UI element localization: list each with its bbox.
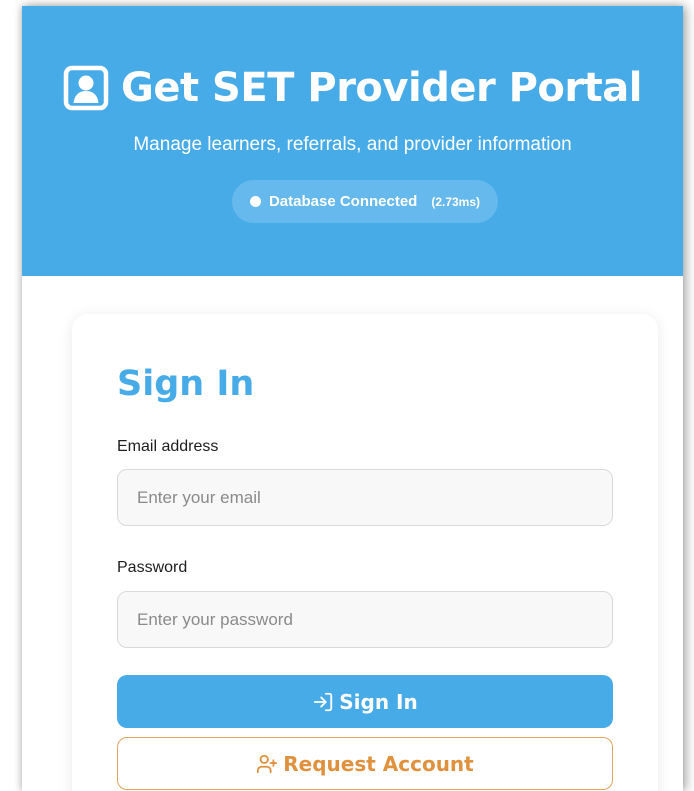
sign-in-title: Sign In: [117, 364, 255, 404]
password-label: Password: [117, 559, 188, 576]
user-plus-icon: [256, 753, 278, 775]
request-account-button-label: Request Account: [283, 751, 474, 776]
portal-subtitle: Manage learners, referrals, and provider…: [133, 134, 572, 155]
database-status-label: Database Connected: [268, 193, 418, 210]
status-dot-icon: [249, 196, 261, 207]
user-square-icon: [63, 65, 109, 111]
portal-title-text: Get SET Provider Portal: [121, 65, 642, 111]
password-input[interactable]: [117, 591, 613, 648]
sign-in-button-label: Sign In: [339, 689, 418, 714]
login-arrow-icon: [312, 691, 334, 713]
sign-in-button[interactable]: Sign In: [117, 675, 613, 728]
request-account-button[interactable]: Request Account: [117, 737, 613, 790]
page-frame: Get SET Provider Portal Manage learners,…: [22, 6, 683, 791]
database-status-badge: Database Connected (2.73ms): [232, 180, 498, 223]
portal-header: Get SET Provider Portal Manage learners,…: [22, 6, 683, 276]
portal-title: Get SET Provider Portal: [22, 58, 683, 118]
email-input[interactable]: [117, 469, 613, 526]
email-label: Email address: [117, 438, 219, 455]
sign-in-card: Sign In Email address Password Sign In: [72, 314, 658, 791]
database-latency: (2.73ms): [431, 194, 481, 209]
